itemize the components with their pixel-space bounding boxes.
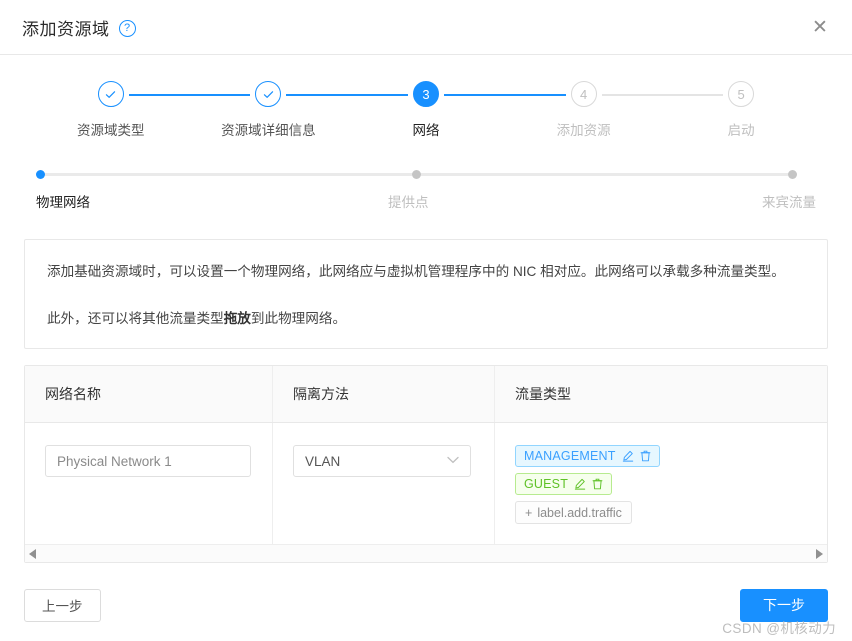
isolation-method-value: VLAN [305,453,341,469]
dialog-header: 添加资源域 ? ✕ [0,0,852,55]
traffic-tag-guest[interactable]: GUEST [515,473,613,495]
add-zone-dialog: 添加资源域 ? ✕ 资源域类型 资源域详细信息 3 网络 4 添加资源 5 启动… [0,0,852,641]
dialog-body: 资源域类型 资源域详细信息 3 网络 4 添加资源 5 启动 物理网络 提供点 … [0,55,852,569]
scroll-right-arrow-icon[interactable] [816,548,823,559]
add-traffic-type-label: label.add.traffic [537,505,622,520]
stepper-circle: 5 [728,81,755,107]
stepper-connector [601,94,724,96]
stepper-label: 网络 [412,123,440,138]
substep-dot-row [788,169,816,179]
substep-guest-traffic[interactable]: 来宾流量 [762,169,816,211]
network-name-input[interactable] [45,445,251,477]
watermark: CSDN @机核动力 [722,621,836,636]
info-paragraph-2: 此外，还可以将其他流量类型拖放到此物理网络。 [47,306,805,331]
table-header-row: 网络名称 隔离方法 流量类型 [25,366,827,423]
info-paragraph-2-text-b: 到此物理网络。 [250,311,347,326]
stepper-circle: 3 [412,81,439,107]
table-header-isolation-method: 隔离方法 [273,366,495,422]
substep-label: 物理网络 [36,195,90,210]
stepper-label: 资源域类型 [77,123,145,138]
cell-isolation-method: VLAN [273,423,495,544]
isolation-method-select[interactable]: VLAN [293,445,471,477]
stepper-circle [255,81,282,107]
substep-dot [412,169,421,179]
add-traffic-type-button[interactable]: + label.add.traffic [515,501,632,524]
edit-pencil-icon[interactable] [574,478,586,490]
edit-pencil-icon[interactable] [622,450,634,462]
previous-button[interactable]: 上一步 [24,588,101,622]
stepper-label: 添加资源 [556,123,611,138]
info-panel: 添加基础资源域时，可以设置一个物理网络，此网络应与虚拟机管理程序中的 NIC 相… [24,239,828,349]
chevron-down-icon [447,455,459,467]
table-header-network-name: 网络名称 [25,366,273,422]
substep-connector [421,172,788,176]
stepper-step-zone-details[interactable]: 资源域详细信息 [190,81,408,139]
substep-dot-row [412,169,788,179]
stepper-connector [128,94,251,96]
plus-icon: + [525,505,533,520]
traffic-tag-management[interactable]: MANAGEMENT [515,445,660,467]
cell-network-name [25,423,273,544]
traffic-tag-list: MANAGEMENT GUEST + label.add.traffic [515,445,827,524]
delete-trash-icon[interactable] [640,450,651,462]
scroll-left-arrow-icon[interactable] [29,548,36,559]
help-circle-icon[interactable]: ? [118,19,136,37]
wizard-stepper: 资源域类型 资源域详细信息 3 网络 4 添加资源 5 启动 [24,81,828,139]
substep-label: 提供点 [388,195,429,210]
traffic-tag-label: MANAGEMENT [524,449,616,463]
stepper-circle [97,81,124,107]
substep-dot [788,169,797,179]
table-horizontal-scrollbar[interactable] [25,544,827,562]
substep-connector [45,172,412,176]
substep-physical-network[interactable]: 物理网络 [36,169,412,211]
close-icon[interactable]: ✕ [808,16,832,40]
table-header-traffic-types: 流量类型 [515,386,571,402]
check-icon [106,90,116,98]
network-substepper: 物理网络 提供点 来宾流量 [24,169,828,211]
info-paragraph-2-emphasis: 拖放 [223,311,251,326]
substep-pod[interactable]: 提供点 [388,169,788,211]
traffic-tag-label: GUEST [524,477,569,491]
info-paragraph-1: 添加基础资源域时，可以设置一个物理网络，此网络应与虚拟机管理程序中的 NIC 相… [47,264,785,279]
stepper-step-add-resources[interactable]: 4 添加资源 [505,81,724,139]
physical-networks-table: 网络名称 隔离方法 流量类型 VLAN [24,365,828,563]
substep-dot-row [36,169,412,179]
cell-traffic-types: MANAGEMENT GUEST + label.add.traffic [495,423,827,544]
stepper-label: 启动 [727,123,755,138]
substep-label: 来宾流量 [762,195,816,210]
delete-trash-icon[interactable] [592,478,603,490]
substep-dot [36,169,45,179]
stepper-label: 资源域详细信息 [221,123,316,138]
info-paragraph-2-text-a: 此外，还可以将其他流量类型 [47,311,224,326]
stepper-step-zone-type[interactable]: 资源域类型 [32,81,251,139]
stepper-connector [286,94,408,96]
stepper-step-launch[interactable]: 5 启动 [662,81,820,139]
stepper-step-network[interactable]: 3 网络 [347,81,566,139]
dialog-footer: 上一步 下一步 CSDN @机核动力 [0,569,852,641]
stepper-circle: 4 [570,81,597,107]
table-row: VLAN MANAGEMENT [25,423,827,544]
stepper-connector [443,94,566,96]
page-title: 添加资源域 [22,19,110,39]
check-icon [263,90,274,98]
